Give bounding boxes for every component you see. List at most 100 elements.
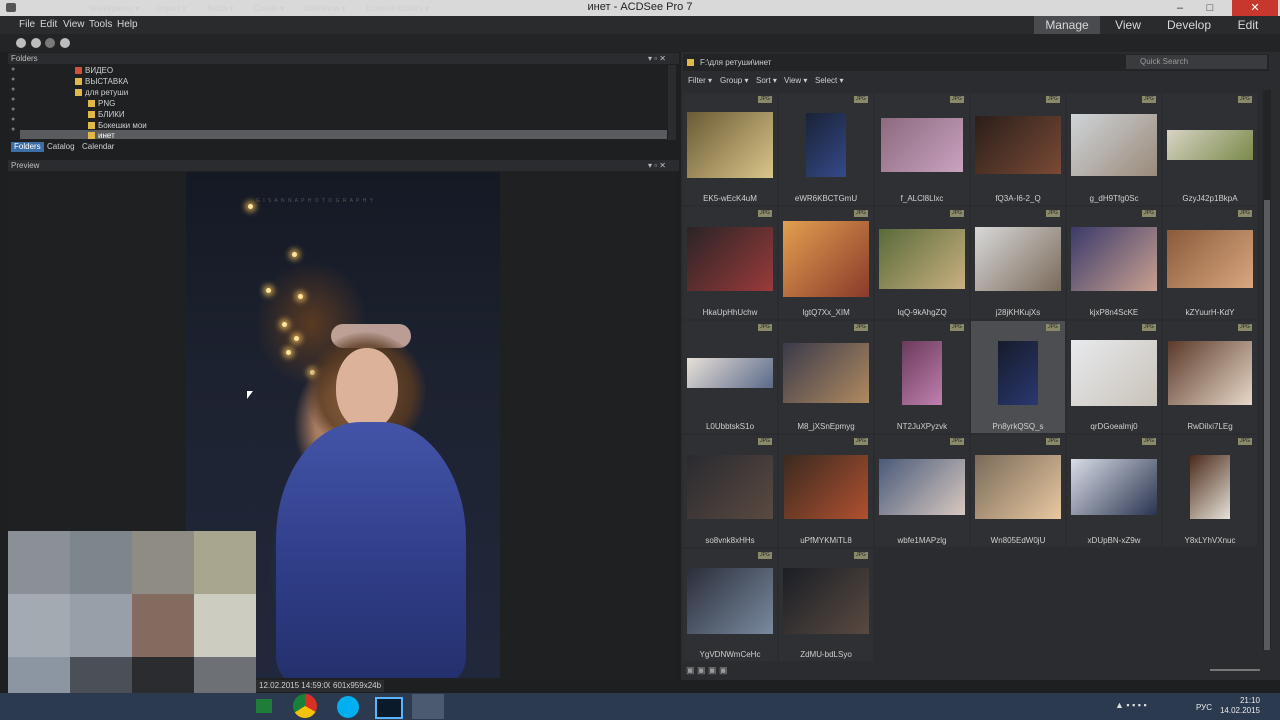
thumbnail-image bbox=[902, 341, 942, 405]
jpg-badge: JPG bbox=[1046, 438, 1060, 445]
thumbnail-caption: Wn805EdW0jU bbox=[990, 536, 1046, 545]
tree-scrollbar[interactable] bbox=[668, 65, 676, 140]
thumbnail-caption: Pn8yrkQSQ_s bbox=[992, 422, 1044, 431]
menu-edit[interactable]: Edit bbox=[40, 19, 57, 30]
import-button[interactable]: Import ▾ bbox=[157, 4, 186, 13]
thumbnail-item[interactable]: JPG uPfMYKMiTL8 bbox=[779, 435, 873, 547]
thumbnail-item[interactable]: JPG g_dH9Tfg0Sc bbox=[1067, 93, 1161, 205]
thumbnail-caption: RwDilxi7LEg bbox=[1187, 422, 1233, 431]
pin-icon[interactable]: ▾ ▫ ✕ bbox=[648, 160, 666, 171]
folder-video[interactable]: ВИДЕО bbox=[75, 66, 113, 75]
acdsee-taskbar-icon[interactable] bbox=[412, 694, 444, 719]
excel-icon[interactable] bbox=[256, 699, 272, 713]
thumbnail-item[interactable]: JPG kjxP8n4ScKE bbox=[1067, 207, 1161, 319]
thumbnail-item[interactable]: JPG L0UbbtskS1o bbox=[683, 321, 777, 433]
thumbnail-item[interactable]: JPG f_ALCl8Llxc bbox=[875, 93, 969, 205]
thumbnail-item[interactable]: JPG wbfe1MAPzlg bbox=[875, 435, 969, 547]
thumbnail-item[interactable]: JPG eWR6KBCTGmU bbox=[779, 93, 873, 205]
jpg-badge: JPG bbox=[758, 438, 772, 445]
folder-inet[interactable]: инет bbox=[88, 131, 115, 140]
batch-button[interactable]: Batch ▾ bbox=[207, 4, 234, 13]
sort-menu[interactable]: Sort ▾ bbox=[756, 76, 777, 85]
filter-menu[interactable]: Filter ▾ bbox=[688, 76, 712, 85]
folder-bliki[interactable]: БЛИКИ bbox=[88, 110, 125, 119]
tab-catalog[interactable]: Catalog bbox=[44, 142, 78, 152]
menu-help[interactable]: Help bbox=[117, 19, 138, 30]
thumbnail-item[interactable]: JPG IgtQ7Xx_XIM bbox=[779, 207, 873, 319]
zoom-slider[interactable] bbox=[1210, 669, 1260, 671]
create-button[interactable]: Create ▾ bbox=[254, 4, 284, 13]
thumbnail-caption: f_ALCl8Llxc bbox=[900, 194, 944, 203]
thumbnail-item[interactable]: JPG HkaUpHhUchw bbox=[683, 207, 777, 319]
folder-icon bbox=[88, 132, 95, 139]
jpg-badge: JPG bbox=[1142, 438, 1156, 445]
thumbnail-item[interactable]: JPG qrDGoealmj0 bbox=[1067, 321, 1161, 433]
folder-exhibition[interactable]: ВЫСТАВКА bbox=[75, 77, 128, 86]
close-button[interactable]: ✕ bbox=[1232, 0, 1278, 16]
folder-retouch[interactable]: для ретуши bbox=[75, 88, 128, 97]
folder-png[interactable]: PNG bbox=[88, 99, 115, 108]
thumbnail-item[interactable]: JPG NT2JuXPyzvk bbox=[875, 321, 969, 433]
tray-icons[interactable]: ▲ ▪ ▪ ▪ ▪ bbox=[1115, 700, 1147, 710]
jpg-badge: JPG bbox=[1238, 324, 1252, 331]
chrome-icon[interactable] bbox=[293, 694, 317, 718]
quick-search-input[interactable]: Quick Search bbox=[1126, 55, 1267, 69]
mode-edit[interactable]: Edit bbox=[1226, 16, 1270, 34]
back-icon[interactable] bbox=[31, 38, 41, 48]
thumbnail-caption: uPfMYKMiTL8 bbox=[800, 536, 852, 545]
view-menu[interactable]: View ▾ bbox=[784, 76, 807, 85]
thumbnail-item[interactable]: JPG Wn805EdW0jU bbox=[971, 435, 1065, 547]
mode-manage[interactable]: Manage bbox=[1034, 16, 1100, 34]
slideshow-button[interactable]: Slideshow ▾ bbox=[303, 4, 346, 13]
thumbnail-caption: L0UbbtskS1o bbox=[705, 422, 755, 431]
mode-view[interactable]: View bbox=[1104, 16, 1152, 34]
scrollbar-thumb[interactable] bbox=[1264, 200, 1270, 650]
thumbnail-image bbox=[783, 343, 869, 403]
folder-bokeh[interactable]: Бокешки мои bbox=[88, 121, 147, 130]
thumbnail-item[interactable]: JPG Y8xLYhVXnuc bbox=[1163, 435, 1257, 547]
external-editors-button[interactable]: External Editors ▾ bbox=[366, 4, 429, 13]
thumbnail-image bbox=[1167, 230, 1253, 288]
menu-tools[interactable]: Tools bbox=[89, 19, 112, 30]
thumbnail-item[interactable]: JPG fQ3A-I6-2_Q bbox=[971, 93, 1065, 205]
forward-icon[interactable] bbox=[45, 38, 55, 48]
thumbnail-item[interactable]: JPG RwDilxi7LEg bbox=[1163, 321, 1257, 433]
minimize-button[interactable]: – bbox=[1166, 0, 1194, 16]
clock[interactable]: 21:10 14.02.2015 bbox=[1200, 696, 1260, 716]
skype-icon[interactable] bbox=[337, 696, 359, 718]
menu-view[interactable]: View bbox=[63, 19, 85, 30]
group-menu[interactable]: Group ▾ bbox=[720, 76, 748, 85]
maximize-button[interactable]: □ bbox=[1196, 0, 1224, 16]
thumbnail-image bbox=[783, 568, 869, 634]
thumbnail-item[interactable]: JPG kZYuurH-KdY bbox=[1163, 207, 1257, 319]
tab-calendar[interactable]: Calendar bbox=[79, 142, 117, 152]
thumbnail-item[interactable]: JPG j28jKHKujXs bbox=[971, 207, 1065, 319]
thumbnail-item[interactable]: JPG EK5-wEcK4uM bbox=[683, 93, 777, 205]
thumbnail-item[interactable]: JPG xDUpBN-xZ9w bbox=[1067, 435, 1161, 547]
thumbnail-caption: EK5-wEcK4uM bbox=[703, 194, 757, 203]
thumbnail-caption: NT2JuXPyzvk bbox=[896, 422, 948, 431]
jpg-badge: JPG bbox=[950, 324, 964, 331]
display-icon[interactable] bbox=[375, 697, 403, 719]
workspaces-button[interactable]: Workspaces ▾ bbox=[89, 4, 139, 13]
tab-folders[interactable]: Folders bbox=[11, 142, 44, 152]
select-menu[interactable]: Select ▾ bbox=[815, 76, 843, 85]
thumbnail-item[interactable]: JPG Pn8yrkQSQ_s bbox=[971, 321, 1065, 433]
tree-checkboxes[interactable]: ● ● ● ● ● ● ● bbox=[11, 65, 16, 137]
jpg-badge: JPG bbox=[1142, 324, 1156, 331]
thumbnail-item[interactable]: JPG IqQ-9kAhgZQ bbox=[875, 207, 969, 319]
thumbnail-item[interactable]: JPG YgVDNWmCeHc bbox=[683, 549, 777, 661]
up-icon[interactable] bbox=[60, 38, 70, 48]
jpg-badge: JPG bbox=[854, 210, 868, 217]
home-icon[interactable] bbox=[16, 38, 26, 48]
menu-file[interactable]: File bbox=[19, 19, 35, 30]
thumbnail-caption: IgtQ7Xx_XIM bbox=[802, 308, 850, 317]
thumbnail-item[interactable]: JPG so8vnk8xHHs bbox=[683, 435, 777, 547]
mode-develop[interactable]: Develop bbox=[1158, 16, 1220, 34]
pin-icon[interactable]: ▾ ▫ ✕ bbox=[648, 53, 666, 64]
thumbnail-item[interactable]: JPG M8_jXSnEpmyg bbox=[779, 321, 873, 433]
thumbnail-item[interactable]: JPG ZdMU-bdLSyo bbox=[779, 549, 873, 661]
jpg-badge: JPG bbox=[950, 96, 964, 103]
thumbnail-item[interactable]: JPG GzyJ42p1BkpA bbox=[1163, 93, 1257, 205]
bottom-toolbar-icons[interactable]: ▣ ▣ ▣ ▣ bbox=[686, 665, 738, 675]
